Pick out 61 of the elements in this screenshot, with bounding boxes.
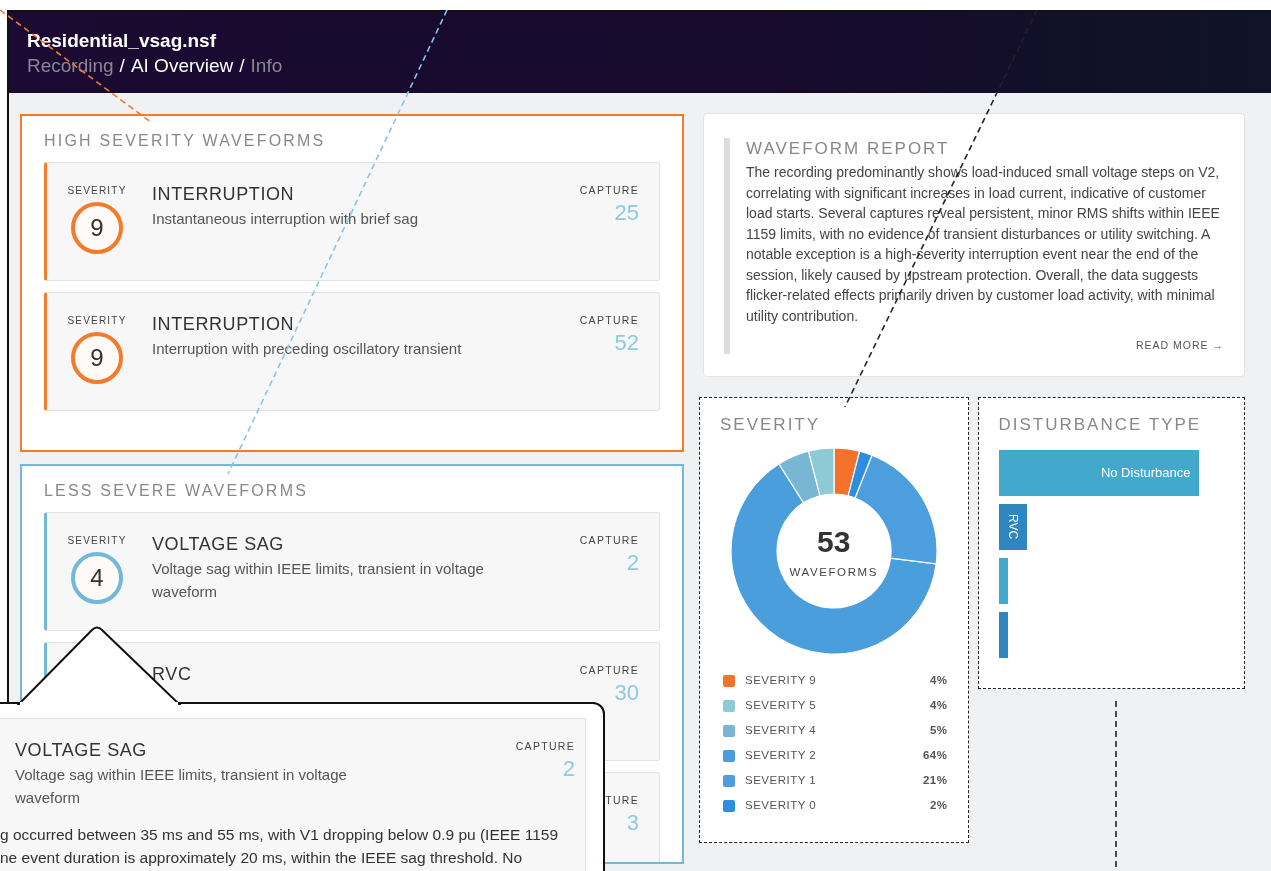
section-title: HIGH SEVERITY WAVEFORMS xyxy=(44,131,327,151)
legend-value: 4% xyxy=(929,697,948,713)
waveform-description: Instantaneous interruption with brief sag xyxy=(152,209,419,229)
legend-label: SEVERITY 4 xyxy=(745,722,817,738)
legend-label: SEVERITY 0 xyxy=(745,797,817,813)
severity-label: SEVERITY xyxy=(67,184,127,198)
breadcrumb-link[interactable]: Recording xyxy=(27,53,114,79)
capture-number: 2 xyxy=(562,754,575,783)
capture-number: 2 xyxy=(626,548,639,577)
severity-label: SEVERITY xyxy=(67,314,127,328)
file-title: Residential_vsag.nsf xyxy=(27,29,218,53)
total-label: WAVEFORMS xyxy=(789,565,878,580)
severity-badge: 9 xyxy=(71,202,123,254)
waveform-description: Voltage sag within IEEE limits, transient in voltage waveform xyxy=(15,765,348,808)
legend-label: SEVERITY 2 xyxy=(745,747,817,763)
waveform-card[interactable]: SEVERITY 9 INTERRUPTION Instantaneous interruption with brief sag CAPTURE 25 xyxy=(44,162,660,281)
popover-text-line: g occurred between 35 ms and 55 ms, with V1 dropping below 0.9 pu (IEEE 1159 xyxy=(0,825,560,845)
total-count: 53 xyxy=(817,526,851,558)
legend-label: SEVERITY 1 xyxy=(745,772,817,788)
capture-label: CAPTURE xyxy=(579,183,639,198)
waveform-title: VOLTAGE SAG xyxy=(152,533,285,555)
capture-number: 30 xyxy=(614,678,639,707)
legend-value: 4% xyxy=(929,672,948,688)
bar-label: No Disturbance xyxy=(1100,464,1191,483)
section-title: LESS SEVERE WAVEFORMS xyxy=(44,481,310,501)
capture-label: CAPTURE xyxy=(579,533,639,548)
legend-label: SEVERITY 9 xyxy=(745,672,817,688)
report-text: The recording predominantly shows load-induced small voltage steps on V2, correlating with significant increases in load current, indicative of customer load starts. Several captures reveal persistent, minor RMS shifts within IEEE 1159 limits, with no evidence of transient disturbances or utility switching. A notable exception is a high-severity interruption event near the end of the session, likely caused by upstream protection. Overall, the data suggests flicker-related effects primarily driven by customer load activity, with minimal utility contribution. xyxy=(746,163,1221,326)
waveform-card[interactable]: SEVERITY 9 INTERRUPTION Interruption with preceding oscillatory transient CAPTURE 52 xyxy=(44,292,660,411)
legend-label: SEVERITY 5 xyxy=(745,697,817,713)
breadcrumb-link[interactable]: Info xyxy=(250,53,283,79)
capture-label: CAPTURE xyxy=(579,313,639,328)
panel-title: DISTURBANCE TYPE xyxy=(998,414,1203,436)
capture-number: 52 xyxy=(614,328,639,357)
waveform-title: INTERRUPTION xyxy=(152,183,296,205)
waveform-description: Interruption with preceding oscillatory transient xyxy=(152,339,463,359)
popover-text-line: ne event duration is approximately 20 ms, within the IEEE sag threshold. No xyxy=(0,848,524,868)
waveform-card[interactable]: SEVERITY 4 VOLTAGE SAG Voltage sag within IEEE limits, transient in voltage waveform CAPTURE 2 xyxy=(44,512,660,631)
waveform-title: VOLTAGE SAG xyxy=(15,739,148,761)
breadcrumb-link[interactable]: AI Overview xyxy=(130,53,234,79)
severity-badge: 9 xyxy=(71,332,123,384)
capture-number: 25 xyxy=(614,198,639,227)
breadcrumb-separator: / xyxy=(239,54,245,78)
capture-label: CAPTURE xyxy=(579,663,639,678)
waveform-title: INTERRUPTION xyxy=(152,313,296,335)
read-more-link[interactable]: READ MORE → xyxy=(1136,339,1224,351)
waveform-title: RVC xyxy=(152,663,193,685)
capture-number: 3 xyxy=(626,808,639,837)
bar-label: RVC xyxy=(1004,514,1021,540)
legend-value: 21% xyxy=(922,772,948,788)
report-title: WAVEFORM REPORT xyxy=(746,138,951,160)
capture-label: CAPTURE xyxy=(515,739,575,754)
breadcrumb-separator: / xyxy=(119,54,125,78)
severity-badge: 4 xyxy=(71,552,123,604)
severity-label: SEVERITY xyxy=(67,534,127,548)
legend-value: 5% xyxy=(929,722,948,738)
capture-label: TURE xyxy=(605,793,639,808)
waveform-description: Voltage sag within IEEE limits, transient in voltage waveform xyxy=(152,559,485,602)
legend-value: 2% xyxy=(929,797,948,813)
panel-title: SEVERITY xyxy=(720,414,822,436)
legend-value: 64% xyxy=(922,747,948,763)
